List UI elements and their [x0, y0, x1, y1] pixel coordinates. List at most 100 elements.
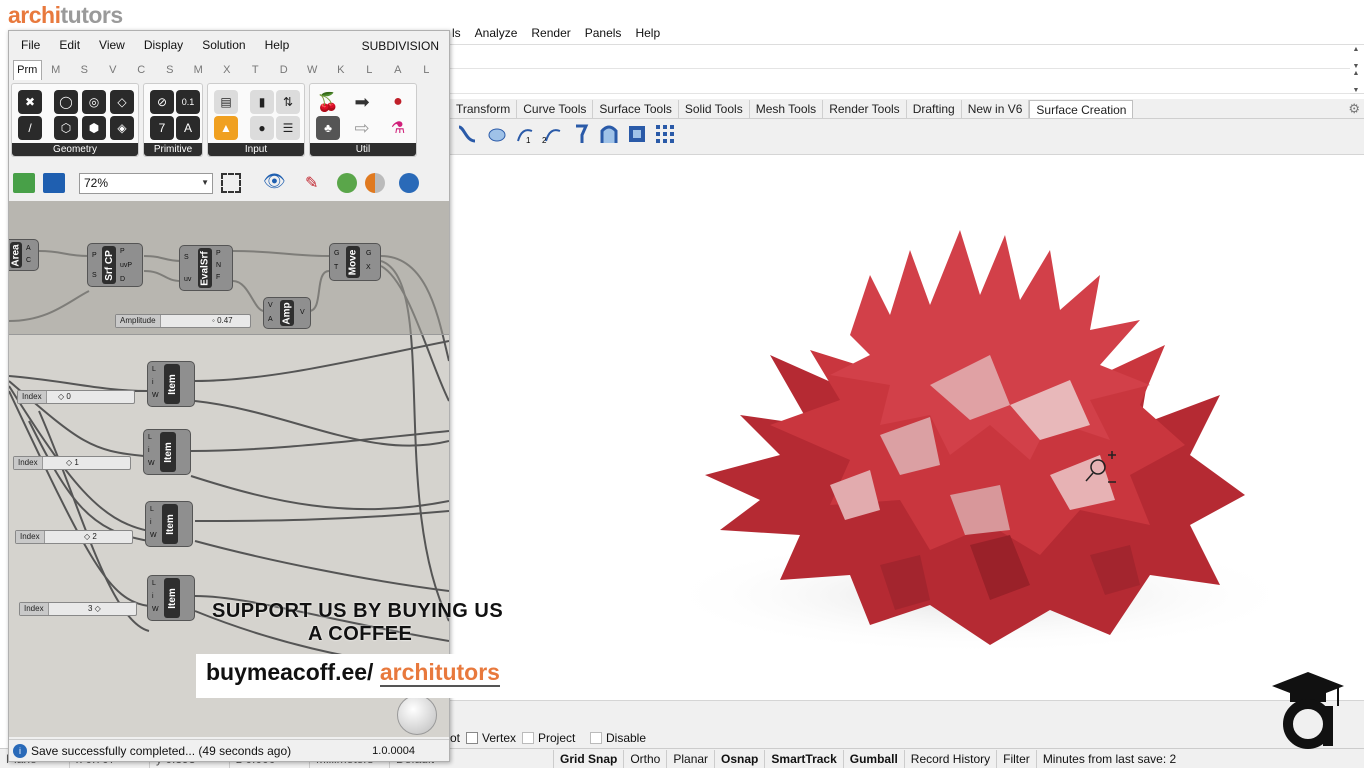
tab-intersect[interactable]: X — [213, 64, 242, 76]
data-input-icon[interactable]: ⇨ — [350, 116, 374, 140]
rhino-menu-help[interactable]: Help — [635, 26, 660, 40]
promo-link[interactable]: buymeacoff.ee/ architutors — [196, 654, 528, 698]
filter-toggle[interactable]: Filter — [997, 749, 1037, 768]
rail-revolve-icon[interactable]: 2 — [542, 123, 564, 145]
rhino-menu-render[interactable]: Render — [531, 26, 570, 40]
tab-weaverbird[interactable]: W — [298, 64, 327, 76]
loft-icon[interactable] — [486, 123, 508, 145]
tab-mesh[interactable]: M — [184, 64, 213, 76]
box-param-icon[interactable]: ⬡ — [54, 116, 78, 140]
list-item-component[interactable]: LiW Item — [143, 429, 191, 475]
tab-mesh-tools[interactable]: Mesh Tools — [750, 99, 824, 118]
tab-surface-creation[interactable]: Surface Creation — [1029, 99, 1134, 118]
tab-new-in-v6[interactable]: New in V6 — [962, 99, 1030, 118]
index-slider[interactable]: Index ◇ 1 — [13, 456, 131, 470]
gh-menu-display[interactable]: Display — [144, 38, 183, 52]
scroll-down-icon[interactable]: ▼ — [1353, 87, 1360, 94]
scroll-down-icon[interactable]: ▼ — [1353, 63, 1360, 70]
text-param-icon[interactable]: A — [176, 116, 200, 140]
list-item-component[interactable]: LiW Item — [147, 575, 195, 621]
scroll-up-icon[interactable]: ▲ — [1353, 70, 1360, 77]
perspective-viewport[interactable] — [450, 155, 1364, 700]
ortho-toggle[interactable]: Ortho — [624, 749, 668, 768]
shaded-preview-icon[interactable] — [365, 173, 385, 193]
list-item-component[interactable]: LiW Item — [145, 501, 193, 547]
gh-menu-help[interactable]: Help — [265, 38, 290, 52]
amplitude-slider[interactable]: Amplitude ◦ 0.47 — [115, 314, 251, 328]
preview-eye-icon[interactable]: 👁 — [263, 171, 286, 192]
circle-param-icon[interactable]: ◯ — [54, 90, 78, 114]
network-icon[interactable] — [598, 123, 620, 145]
disable-checkbox[interactable] — [590, 732, 602, 744]
tab-render-tools[interactable]: Render Tools — [823, 99, 907, 118]
move-component[interactable]: G T Move G X — [329, 243, 381, 281]
toggle-input-icon[interactable]: ▮ — [250, 90, 274, 114]
index-slider[interactable]: Index ◇ 0 — [17, 390, 135, 404]
save-file-icon[interactable] — [43, 173, 65, 193]
display-sphere-icon[interactable] — [399, 173, 419, 193]
tab-drafting[interactable]: Drafting — [907, 99, 962, 118]
valuelist-input-icon[interactable]: ☰ — [276, 116, 300, 140]
tab-maths[interactable]: M — [42, 64, 71, 76]
graph-input-icon[interactable]: ▲ — [214, 116, 238, 140]
flask-icon[interactable]: ⚗ — [386, 116, 410, 140]
gh-menu-edit[interactable]: Edit — [59, 38, 80, 52]
record-history-toggle[interactable]: Record History — [905, 749, 998, 768]
tab-vector[interactable]: V — [99, 64, 128, 76]
zoom-select[interactable]: 72% ▼ — [79, 173, 213, 194]
geometry-param-icon[interactable]: ⬢ — [82, 116, 106, 140]
button-input-icon[interactable]: ● — [250, 116, 274, 140]
gh-menu-file[interactable]: File — [21, 38, 40, 52]
project-checkbox[interactable] — [522, 732, 534, 744]
pill-icon[interactable]: ● — [386, 90, 410, 114]
curve-param-icon[interactable]: ◎ — [82, 90, 106, 114]
navigation-compass-icon[interactable] — [397, 695, 437, 735]
tab-display[interactable]: D — [270, 64, 299, 76]
vertex-checkbox[interactable] — [466, 732, 478, 744]
mesh-param-icon[interactable]: ◈ — [110, 116, 134, 140]
point-param-icon[interactable]: ✖ — [18, 90, 42, 114]
tab-transform[interactable]: Transform — [450, 99, 518, 118]
gumball-toggle[interactable]: Gumball — [844, 749, 905, 768]
tab-curve[interactable]: C — [127, 64, 156, 76]
scroll-up-icon[interactable]: ▲ — [1353, 46, 1360, 53]
gear-icon[interactable]: ⚙ — [1348, 101, 1360, 117]
tab-surface-tools[interactable]: Surface Tools — [593, 99, 679, 118]
data-output-icon[interactable]: ➡ — [350, 90, 374, 114]
sweep-icon[interactable] — [570, 123, 592, 145]
osnap-point-check[interactable]: ot — [450, 731, 460, 745]
surface-param-icon[interactable]: ◇ — [110, 90, 134, 114]
amp-component[interactable]: V A Amp V — [263, 297, 311, 329]
gh-menu-solution[interactable]: Solution — [202, 38, 245, 52]
tab-surface[interactable]: S — [156, 64, 185, 76]
line-param-icon[interactable]: / — [18, 116, 42, 140]
preview-mode-icon[interactable] — [337, 173, 357, 193]
tab-ladybug[interactable]: L — [412, 64, 441, 76]
tab-curve-tools[interactable]: Curve Tools — [517, 99, 594, 118]
list-item-component[interactable]: LiW Item — [147, 361, 195, 407]
prompt-scroll[interactable]: ▲ ▼ — [1350, 70, 1362, 94]
srfcp-component[interactable]: P S Srf CP P uvP D — [87, 243, 143, 287]
rhino-menu-tools[interactable]: ls — [452, 26, 461, 40]
rhino-menu-panels[interactable]: Panels — [585, 26, 622, 40]
history-scroll[interactable]: ▲ ▼ — [1350, 46, 1362, 70]
rhino-menu-analyze[interactable]: Analyze — [475, 26, 518, 40]
gh-menu-view[interactable]: View — [99, 38, 125, 52]
area-component[interactable]: Area A C — [9, 239, 39, 271]
planar-surface-icon[interactable] — [626, 123, 648, 145]
index-slider[interactable]: Index ◇ 2 — [15, 530, 133, 544]
grid-snap-toggle[interactable]: Grid Snap — [554, 749, 625, 768]
planar-toggle[interactable]: Planar — [667, 749, 716, 768]
tab-params[interactable]: Prm — [13, 60, 42, 80]
boolean-param-icon[interactable]: ⊘ — [150, 90, 174, 114]
osnap-disable-check[interactable]: Disable — [590, 731, 646, 745]
open-file-icon[interactable] — [13, 173, 35, 193]
tab-sets[interactable]: S — [70, 64, 99, 76]
tab-solid-tools[interactable]: Solid Tools — [679, 99, 750, 118]
cluster-icon[interactable]: ♣ — [316, 116, 340, 140]
smarttrack-toggle[interactable]: SmartTrack — [765, 749, 844, 768]
osnap-toggle[interactable]: Osnap — [715, 749, 766, 768]
revolve-icon[interactable]: 1 — [514, 123, 536, 145]
slider-input-icon[interactable]: ⇅ — [276, 90, 300, 114]
panel-input-icon[interactable]: ▤ — [214, 90, 238, 114]
